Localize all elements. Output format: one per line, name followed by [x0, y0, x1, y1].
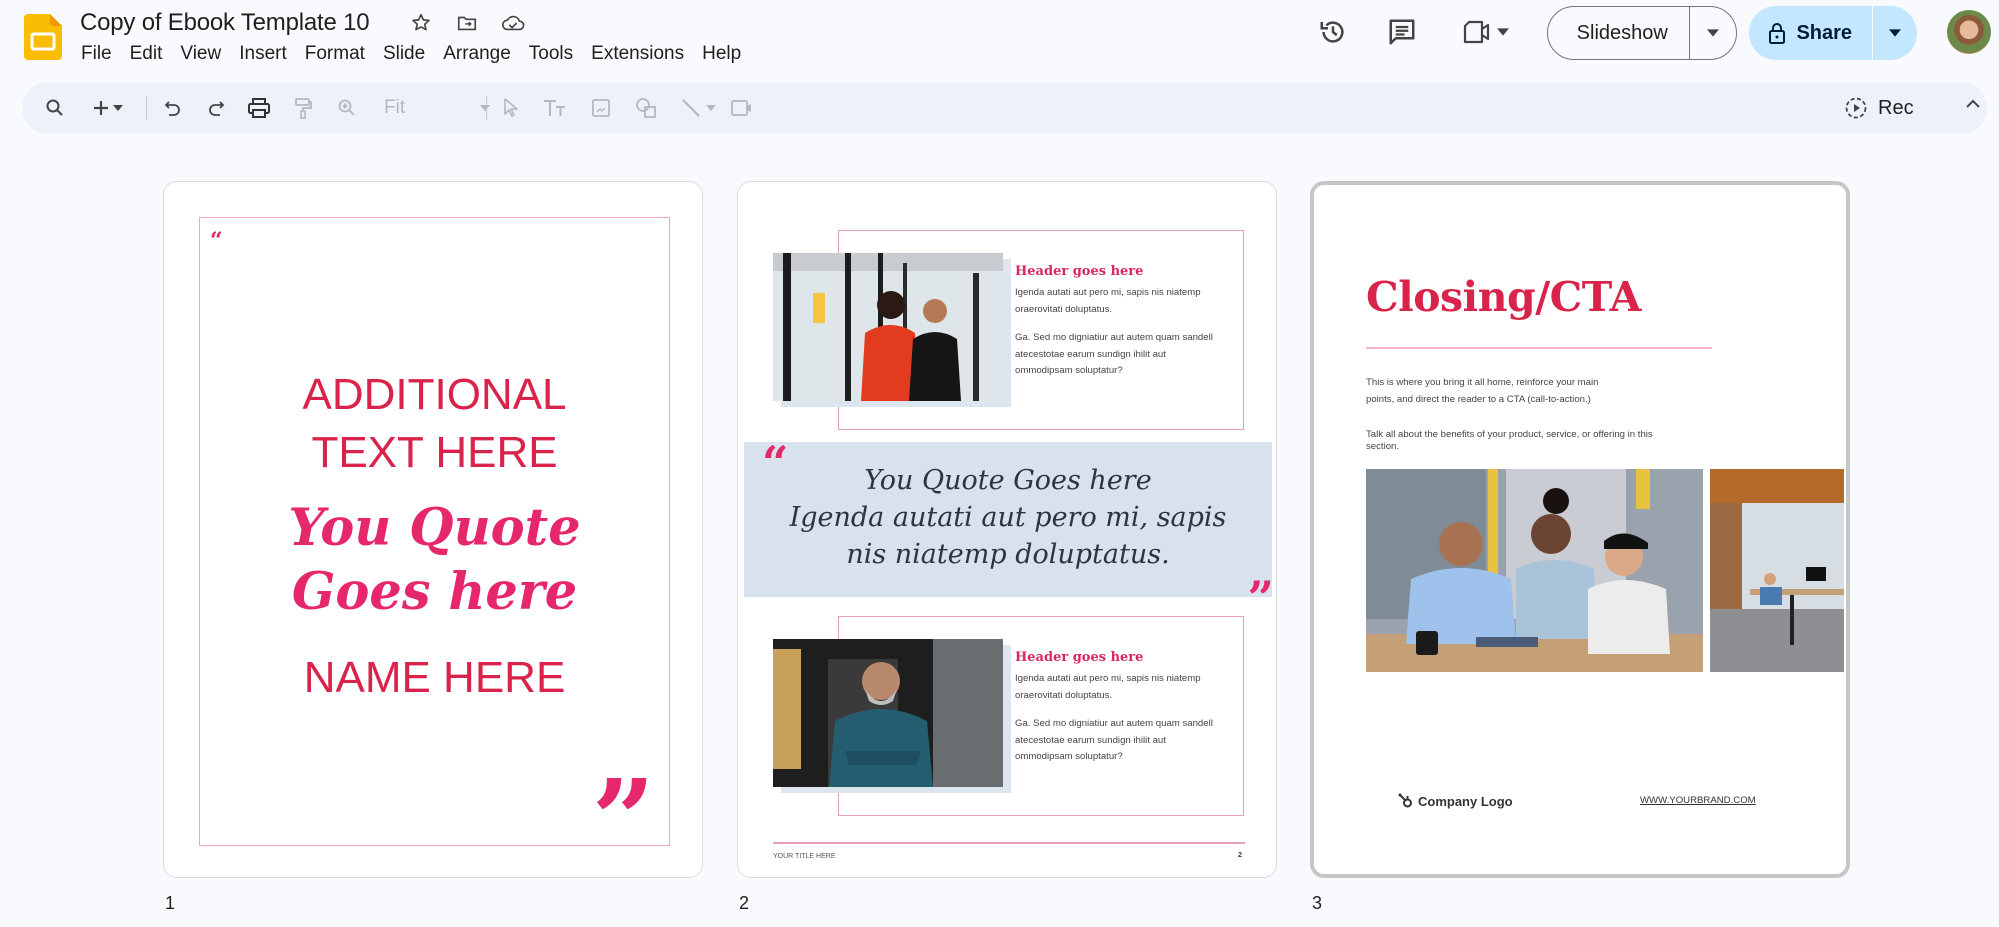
menu-bar: File Edit View Insert Format Slide Arran… [72, 40, 750, 68]
section-paragraph: Igenda autati aut pero mi, sapis nis nia… [1015, 287, 1201, 315]
menu-insert[interactable]: Insert [230, 40, 296, 68]
menu-help[interactable]: Help [693, 40, 750, 68]
slideshow-split-button: Slideshow [1547, 6, 1737, 60]
document-title[interactable]: Copy of Ebook Template 10 [80, 9, 370, 37]
lock-icon [1769, 23, 1786, 44]
footer-divider [773, 842, 1245, 844]
chevron-down-icon [113, 105, 123, 111]
share-split-button: Share [1749, 6, 1917, 60]
insert-video-icon[interactable] [728, 95, 754, 121]
menu-view[interactable]: View [171, 40, 230, 68]
photo-office-collaboration [773, 253, 1011, 407]
footer-title: YOUR TITLE HERE [773, 853, 836, 860]
text-box-icon[interactable] [542, 95, 568, 121]
paint-format-icon[interactable] [290, 95, 316, 121]
company-logo: Company Logo [1398, 793, 1513, 809]
slide-number: 3 [1312, 893, 1323, 913]
quote-text: You Quote Goes here [288, 498, 581, 622]
zoom-icon[interactable] [334, 95, 360, 121]
slides-logo-icon [24, 14, 62, 60]
menu-tools[interactable]: Tools [520, 40, 582, 68]
photo-open-office [1710, 469, 1844, 672]
zoom-select[interactable]: Fit [378, 94, 490, 122]
close-quote-mark: ” [591, 755, 655, 878]
rec-button[interactable]: Rec [1844, 92, 1914, 124]
divider [486, 96, 487, 120]
slide-number: 1 [165, 893, 176, 913]
slides-logo[interactable] [24, 14, 62, 60]
record-icon [1845, 97, 1867, 119]
section-paragraph: Ga. Sed mo digniatiur aut autem quam san… [1015, 718, 1213, 762]
redo-icon[interactable] [203, 95, 229, 121]
account-avatar[interactable] [1947, 10, 1991, 54]
additional-text: ADDITIONAL TEXT HERE [302, 370, 567, 477]
collapse-toolbar-icon[interactable] [1965, 96, 1981, 114]
close-quote-mark: ” [1247, 571, 1274, 625]
slideshow-button[interactable]: Slideshow [1548, 22, 1689, 45]
insert-image-icon[interactable] [588, 95, 614, 121]
zoom-value: Fit [384, 97, 406, 118]
slide-number: 2 [739, 893, 750, 913]
toolbar: Fit Rec [22, 82, 1987, 134]
slide-thumbnail-3[interactable]: Closing/CTA This is where you bring it a… [1310, 181, 1850, 878]
slide-frame: “ ADDITIONAL TEXT HERE You Quote Goes he… [199, 217, 670, 875]
shape-icon[interactable] [633, 95, 659, 121]
search-menus-icon[interactable] [42, 95, 68, 121]
version-history-icon[interactable] [1315, 14, 1351, 50]
menu-edit[interactable]: Edit [121, 40, 172, 68]
menu-file[interactable]: File [72, 40, 121, 68]
section-paragraph: Igenda autati aut pero mi, sapis nis nia… [1015, 673, 1201, 701]
move-to-folder-icon[interactable] [454, 10, 480, 36]
chevron-down-icon [1889, 29, 1901, 37]
quote-body: Igenda autati aut pero mi, sapis nis nia… [789, 502, 1227, 570]
share-label: Share [1796, 21, 1853, 44]
chevron-down-icon [1497, 28, 1509, 36]
video-camera-icon [1463, 20, 1490, 44]
line-icon[interactable] [678, 95, 704, 121]
brand-url-link[interactable]: WWW.YOURBRAND.COM [1640, 795, 1756, 806]
quote-line: You Quote Goes here [864, 465, 1152, 496]
share-options-button[interactable] [1873, 29, 1917, 37]
open-quote-mark: “ [210, 228, 223, 254]
undo-icon[interactable] [160, 95, 186, 121]
menu-extensions[interactable]: Extensions [582, 40, 693, 68]
line-type-dropdown[interactable] [703, 95, 719, 121]
meet-button[interactable] [1458, 14, 1514, 50]
menu-format[interactable]: Format [296, 40, 374, 68]
slideshow-options-button[interactable] [1690, 29, 1736, 37]
section-header: Header goes here [1015, 650, 1144, 665]
body-paragraph: This is where you bring it all home, rei… [1366, 377, 1599, 405]
footer-page-number: 2 [1238, 852, 1242, 859]
quote-band: “ You Quote Goes here Igenda autati aut … [744, 436, 1274, 625]
chevron-down-icon [706, 105, 716, 111]
photo-man-portrait [773, 639, 1011, 793]
title-divider [1366, 347, 1712, 349]
slide-thumbnail-1[interactable]: “ ADDITIONAL TEXT HERE You Quote Goes he… [163, 181, 703, 878]
comments-icon[interactable] [1384, 14, 1420, 50]
slide-thumbnail-2[interactable]: Header goes here Igenda autati aut pero … [737, 181, 1277, 878]
section-paragraph: Ga. Sed mo digniatiur aut autem quam san… [1015, 332, 1213, 376]
body-paragraph: Talk all about the benefits of your prod… [1366, 429, 1653, 452]
divider [146, 96, 147, 120]
company-logo-text: Company Logo [1418, 793, 1513, 809]
rec-label: Rec [1878, 96, 1914, 119]
photo-team-meeting [1366, 469, 1703, 672]
share-button[interactable]: Share [1749, 22, 1872, 45]
slide-title: Closing/CTA [1366, 273, 1641, 321]
chevron-down-icon [480, 105, 490, 111]
hub-logo-icon [1398, 793, 1412, 808]
section-header: Header goes here [1015, 264, 1144, 279]
name-text: NAME HERE [303, 653, 566, 702]
new-slide-layout-dropdown[interactable] [110, 95, 126, 121]
print-icon[interactable] [246, 95, 272, 121]
star-icon[interactable] [408, 10, 434, 36]
cloud-saved-icon[interactable] [500, 10, 526, 36]
chevron-down-icon [1707, 29, 1719, 37]
menu-arrange[interactable]: Arrange [434, 40, 520, 68]
select-tool-icon[interactable] [498, 95, 524, 121]
menu-slide[interactable]: Slide [374, 40, 434, 68]
